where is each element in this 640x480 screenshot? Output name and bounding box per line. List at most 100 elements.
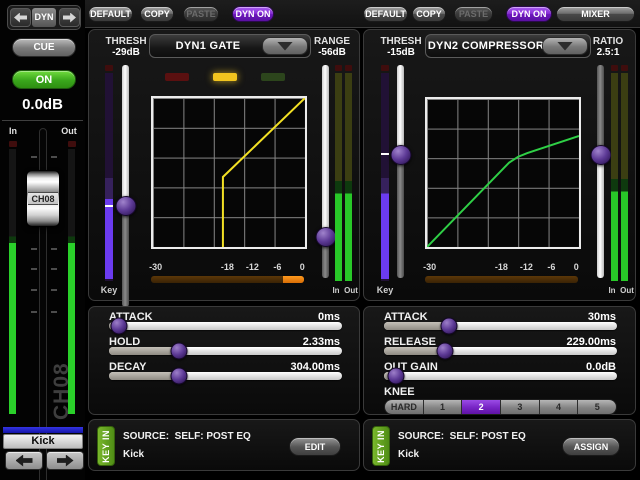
gate-type-dropdown[interactable]: DYN1 GATE [149, 34, 311, 58]
in-clip-led [9, 141, 17, 147]
comp-dyn-on-button[interactable]: DYN ON [506, 6, 552, 22]
comp-out-label: Out [617, 286, 637, 295]
comp-thresh-fader-track-lower[interactable] [397, 155, 404, 278]
comp-knee-label: KNEE [384, 386, 415, 398]
comp-release-slider-handle[interactable] [436, 343, 453, 360]
gate-params-panel: ATTACK 0ms HOLD 2.33ms DECAY 304.00ms [88, 306, 360, 415]
comp-ratio-fader-track[interactable] [597, 155, 604, 278]
comp-ratio-value: 2.5:1 [578, 47, 638, 58]
gate-thresh-fader-handle[interactable] [116, 196, 137, 216]
comp-release-slider[interactable] [384, 347, 617, 355]
gate-key-clip-led [105, 65, 113, 71]
comp-type-dropdown[interactable]: DYN2 COMPRESSOR [425, 34, 591, 58]
knee-option-1[interactable]: 1 [424, 400, 463, 414]
gate-panel: THRESH -29dB DYN1 GATE RANGE -56dB [88, 29, 360, 301]
comp-thresh-value: -15dB [371, 47, 431, 58]
in-meter-label: In [2, 126, 24, 136]
comp-out-meter [621, 73, 628, 281]
gate-default-button[interactable]: DEFAULT [88, 6, 133, 22]
gate-decay-slider-handle[interactable] [170, 368, 187, 385]
comp-attack-slider[interactable] [384, 322, 617, 330]
gate-range-fader-track[interactable] [322, 65, 329, 237]
gate-keyin-name: Kick [123, 449, 144, 460]
prev-channel-button[interactable] [5, 451, 43, 470]
gate-out-clip-led [345, 65, 352, 71]
gate-dyn-on-button[interactable]: DYN ON [232, 6, 274, 22]
comp-outgain-slider-handle[interactable] [387, 368, 404, 385]
view-prev-button[interactable] [10, 8, 31, 27]
comp-outgain-slider[interactable] [384, 372, 617, 380]
gate-key-label: Key [91, 285, 127, 295]
chevron-down-icon [277, 42, 293, 51]
gate-keyin-edit-button[interactable]: EDIT [289, 437, 341, 456]
gate-closed-led [165, 73, 189, 81]
divider [2, 120, 83, 121]
comp-keyin-panel: KEY IN SOURCE: SELF: POST EQ Kick ASSIGN [363, 419, 636, 471]
channel-id-watermark: CH08 [50, 346, 74, 420]
gate-hold-led [213, 73, 237, 81]
gate-out-meter [345, 73, 352, 281]
gate-range-label: RANGE [302, 36, 362, 47]
fader-gain-readout: 0.0dB [0, 96, 85, 113]
gate-curve [223, 98, 305, 247]
gate-gr-meter [151, 276, 304, 283]
next-channel-button[interactable] [46, 451, 84, 470]
view-selector: DYN [7, 5, 81, 30]
cue-button[interactable]: CUE [12, 38, 76, 57]
comp-out-clip-led [621, 65, 628, 71]
gate-gr-scale: -30-18-12-60 [151, 262, 307, 272]
comp-copy-button[interactable]: COPY [412, 6, 446, 22]
mixer-button[interactable]: MIXER [556, 6, 635, 22]
knee-option-5[interactable]: 5 [578, 400, 616, 414]
left-arrow-icon [14, 13, 27, 23]
channel-name-display: Kick [3, 434, 83, 449]
comp-thresh-fader-track[interactable] [397, 65, 404, 155]
comp-thresh-fader-handle[interactable] [391, 145, 412, 165]
comp-panel: THRESH -15dB DYN2 COMPRESSOR RATIO 2.5:1… [363, 29, 636, 301]
comp-ratio-fader-handle[interactable] [591, 145, 612, 165]
out-clip-led [68, 141, 76, 147]
gate-thresh-fader-track[interactable] [122, 65, 129, 207]
gate-paste-button[interactable]: PASTE [183, 6, 219, 22]
comp-gr-meter [425, 276, 578, 283]
gate-attack-slider-handle[interactable] [111, 318, 128, 335]
comp-attack-slider-handle[interactable] [441, 318, 458, 335]
gate-out-label: Out [341, 286, 361, 295]
gate-copy-button[interactable]: COPY [140, 6, 174, 22]
knee-option-3[interactable]: 3 [501, 400, 540, 414]
gate-attack-slider[interactable] [109, 322, 342, 330]
channel-sidebar: DYN CUE ON 0.0dB In Out CH08 CH08 Kick [0, 0, 85, 480]
comp-in-meter [611, 73, 618, 281]
comp-key-label: Key [367, 285, 403, 295]
channel-on-button[interactable]: ON [12, 70, 76, 89]
view-next-button[interactable] [59, 8, 80, 27]
gate-range-fader-handle[interactable] [316, 227, 337, 247]
comp-key-meter [381, 73, 389, 281]
comp-keyin-name: Kick [398, 449, 419, 460]
gate-decay-slider[interactable] [109, 372, 342, 380]
gate-gr-meter-lit [283, 276, 304, 283]
right-arrow-icon [57, 455, 74, 467]
gate-hold-slider[interactable] [109, 347, 342, 355]
channel-fader-knob[interactable]: CH08 [26, 170, 60, 227]
knee-option-4[interactable]: 4 [540, 400, 579, 414]
gate-hold-slider-handle[interactable] [170, 343, 187, 360]
comp-default-button[interactable]: DEFAULT [363, 6, 408, 22]
knee-option-2[interactable]: 2 [462, 400, 501, 414]
comp-gr-scale: -30-18-12-60 [425, 262, 581, 272]
comp-type-label: DYN2 COMPRESSOR [426, 35, 546, 57]
toolbar: DEFAULT COPY PASTE DYN ON DEFAULT COPY P… [85, 0, 640, 28]
gate-range-value: -56dB [302, 47, 362, 58]
comp-knee-selector: HARD 1 2 3 4 5 [384, 399, 617, 415]
comp-key-threshold-marker [381, 153, 389, 155]
comp-ratio-fader-track-upper[interactable] [597, 65, 604, 155]
comp-keyin-assign-button[interactable]: ASSIGN [562, 437, 620, 456]
comp-paste-button[interactable]: PASTE [454, 6, 493, 22]
knee-option-hard[interactable]: HARD [385, 400, 424, 414]
right-arrow-icon [63, 13, 76, 23]
gate-keyin-source: SOURCE: SELF: POST EQ [123, 431, 251, 442]
dynamics-screen: DYN CUE ON 0.0dB In Out CH08 CH08 Kick D… [0, 0, 640, 480]
view-selector-label: DYN [32, 8, 56, 27]
gate-transfer-graph [151, 96, 307, 249]
gate-keyin-tab: KEY IN [97, 426, 115, 466]
